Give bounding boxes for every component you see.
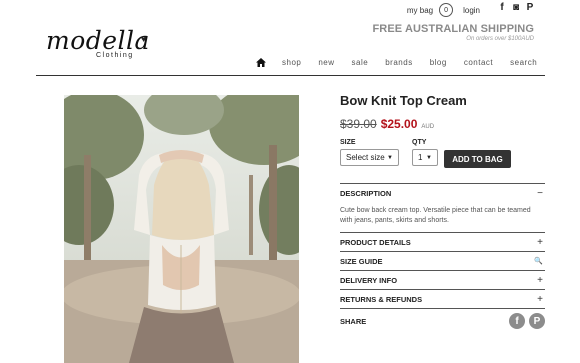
- shipping-subtitle: On orders over $100AUD: [466, 36, 534, 42]
- size-option: SIZE Select size ▼: [340, 139, 399, 168]
- header-divider: [36, 75, 545, 76]
- facebook-icon[interactable]: f: [497, 2, 507, 13]
- product-image[interactable]: [64, 95, 299, 363]
- chevron-down-icon: ▼: [426, 154, 432, 161]
- qty-select[interactable]: 1 ▼: [412, 149, 438, 166]
- accordion-bottom-divider: [340, 308, 545, 309]
- share-label: SHARE: [340, 316, 367, 326]
- utility-bar: my bag 0 login: [407, 3, 480, 17]
- shipping-title: FREE AUSTRALIAN SHIPPING: [372, 23, 534, 35]
- logo-name: modella: [46, 26, 150, 55]
- accordion-label: RETURNS & REFUNDS: [340, 294, 423, 304]
- nav-brands[interactable]: brands: [385, 58, 412, 67]
- plus-icon: +: [537, 274, 543, 286]
- accordion-label: DELIVERY INFO: [340, 275, 398, 285]
- qty-label: QTY: [412, 139, 427, 146]
- shipping-banner: FREE AUSTRALIAN SHIPPING On orders over …: [372, 23, 534, 42]
- size-select-value: Select size: [346, 153, 385, 162]
- chevron-down-icon: ▼: [387, 154, 393, 161]
- size-label: SIZE: [340, 139, 356, 146]
- facebook-share-icon[interactable]: f: [509, 313, 525, 329]
- accordion-description-header[interactable]: DESCRIPTION −: [340, 183, 545, 202]
- accordion-label: SIZE GUIDE: [340, 256, 383, 266]
- size-select[interactable]: Select size ▼: [340, 149, 399, 166]
- qty-select-value: 1: [418, 153, 423, 162]
- login-link[interactable]: login: [463, 6, 480, 15]
- plus-icon: +: [537, 293, 543, 305]
- qty-option: QTY 1 ▼: [412, 139, 438, 168]
- share-icons: f P: [509, 313, 545, 329]
- accordion-description-label: DESCRIPTION: [340, 188, 392, 198]
- description-text: Cute bow back cream top. Versatile piece…: [340, 207, 531, 224]
- nav-search[interactable]: search: [510, 58, 537, 67]
- product-title: Bow Knit Top Cream: [340, 93, 467, 108]
- currency-label: AUD: [421, 124, 435, 130]
- accordion-delivery-info[interactable]: DELIVERY INFO +: [340, 270, 545, 289]
- accordion-size-guide[interactable]: SIZE GUIDE 🔍: [340, 251, 545, 270]
- price-block: $39.00 $25.00 AUD: [340, 117, 545, 131]
- home-icon[interactable]: [256, 58, 266, 67]
- accordion-returns-refunds[interactable]: RETURNS & REFUNDS +: [340, 289, 545, 308]
- nav-new[interactable]: new: [318, 58, 334, 67]
- original-price: $39.00: [340, 117, 377, 131]
- heart-icon: ♥: [141, 34, 147, 44]
- nav-shop[interactable]: shop: [282, 58, 301, 67]
- minus-icon: −: [537, 187, 543, 199]
- product-info: Bow Knit Top Cream $39.00 $25.00 AUD SIZ…: [340, 93, 545, 168]
- plus-icon: +: [537, 236, 543, 248]
- nav-sale[interactable]: sale: [352, 58, 369, 67]
- add-to-bag-button[interactable]: ADD TO BAG: [444, 150, 511, 168]
- main-nav: shop new sale brands blog contact search: [256, 58, 537, 67]
- site-logo[interactable]: modella ♥ Clothing: [46, 26, 150, 60]
- my-bag-link[interactable]: my bag: [407, 6, 433, 15]
- pinterest-share-icon[interactable]: P: [529, 313, 545, 329]
- share-row: SHARE f P: [340, 313, 545, 329]
- sale-price: $25.00: [380, 117, 418, 131]
- nav-blog[interactable]: blog: [430, 58, 447, 67]
- nav-contact[interactable]: contact: [464, 58, 493, 67]
- social-links: f ◙ P: [497, 2, 535, 13]
- options-row: SIZE Select size ▼ QTY 1 ▼ ADD TO BAG: [340, 139, 545, 168]
- accordion-label: PRODUCT DETAILS: [340, 237, 411, 247]
- accordion-product-details[interactable]: PRODUCT DETAILS +: [340, 232, 545, 251]
- bag-count-badge[interactable]: 0: [439, 3, 454, 17]
- instagram-icon[interactable]: ◙: [511, 2, 521, 13]
- search-icon: 🔍: [534, 258, 543, 265]
- pinterest-icon[interactable]: P: [525, 2, 535, 13]
- product-accordion: DESCRIPTION − Cute bow back cream top. V…: [340, 183, 545, 309]
